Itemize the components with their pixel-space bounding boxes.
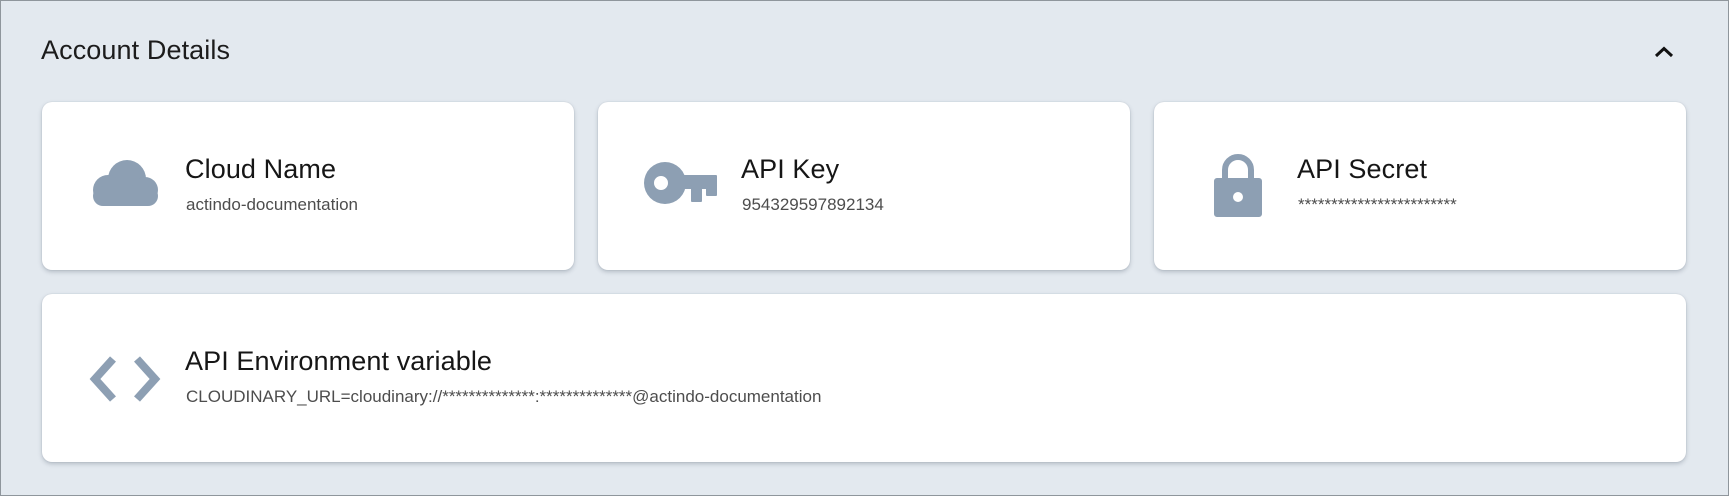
api-secret-card: API Secret ************************ <box>1154 102 1686 270</box>
cloud-icon <box>88 158 160 212</box>
account-details-panel: Account Details Cloud Name actindo-docum… <box>0 0 1729 496</box>
api-key-card: API Key 954329597892134 <box>598 102 1130 270</box>
api-environment-variable-title: API Environment variable <box>185 346 493 376</box>
collapse-toggle-button[interactable] <box>1649 39 1679 65</box>
code-icon <box>88 356 162 402</box>
chevron-up-icon <box>1654 46 1674 58</box>
api-environment-variable-value: CLOUDINARY_URL=cloudinary://************… <box>186 387 822 406</box>
api-secret-value: ************************ <box>1298 195 1457 214</box>
api-key-title: API Key <box>741 154 840 184</box>
panel-header: Account Details <box>1 1 1728 101</box>
lock-icon <box>1213 150 1263 218</box>
cloud-name-value: actindo-documentation <box>186 195 359 214</box>
key-icon <box>644 160 718 208</box>
cloud-name-title: Cloud Name <box>185 154 337 184</box>
api-key-value: 954329597892134 <box>742 195 884 214</box>
cloud-name-card: Cloud Name actindo-documentation <box>42 102 574 270</box>
api-secret-title: API Secret <box>1297 154 1428 184</box>
api-environment-variable-card: API Environment variable CLOUDINARY_URL=… <box>42 294 1686 462</box>
panel-title: Account Details <box>41 35 231 65</box>
